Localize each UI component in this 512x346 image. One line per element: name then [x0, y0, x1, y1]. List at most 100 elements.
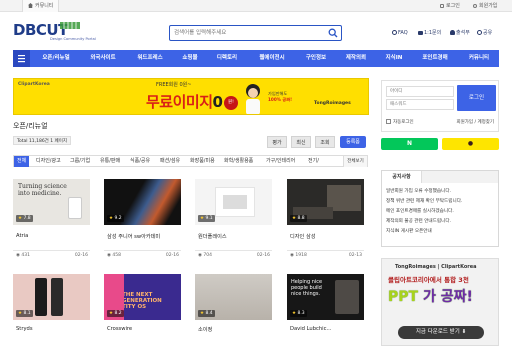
notice-item[interactable]: 메인 포인트경매를 실시하겠습니다. [386, 208, 454, 214]
mascot-illustration [246, 84, 260, 114]
community-link[interactable]: 커뮤니티 [22, 0, 60, 12]
category-design[interactable]: 디자인/광고 [36, 156, 61, 167]
sort-latest-button[interactable]: 최신 [291, 136, 311, 148]
kakao-login-button[interactable]: ● [442, 138, 499, 150]
category-group[interactable]: 그룹/기업 [70, 156, 90, 167]
notice-item[interactable]: 정책 위반 관련 제재 확인 부탁드립니다. [386, 198, 462, 204]
category-more-label: 전체보기 [347, 159, 364, 164]
nav-item-open-renewal[interactable]: 오픈/리뉴얼 [35, 50, 77, 67]
thumbnail[interactable]: ★ 8.8 [287, 179, 364, 225]
card-title[interactable]: 삼성 주니어 sw아카데미 [107, 233, 160, 240]
login-button[interactable]: 로그인 [457, 85, 496, 111]
card-title[interactable]: Crosswire [107, 326, 132, 332]
eye-icon: ◉ [107, 253, 111, 258]
thumbnail[interactable]: ★ 9.2 [104, 179, 181, 225]
naver-login-button[interactable]: N [381, 138, 438, 150]
home-icon [28, 3, 33, 8]
search-input[interactable] [174, 27, 319, 39]
faq-link[interactable]: FAQ [392, 28, 408, 38]
site-logo[interactable]: DBCUT Design Community Portal [13, 22, 96, 44]
sort-rating-button[interactable]: 평가 [267, 136, 287, 148]
card-meta: ◉ 1918 02-13 [287, 250, 364, 258]
hamburger-icon [18, 55, 25, 63]
card-title[interactable]: Stryds [16, 326, 33, 332]
logo-tagline: Design Community Portal [50, 37, 96, 41]
nav-item-wordpress[interactable]: 워드프레스 [128, 50, 172, 67]
password-field[interactable] [386, 99, 454, 110]
rating-value: 9.2 [114, 216, 122, 221]
nav-item-community[interactable]: 커뮤니티 [461, 50, 497, 67]
signup-link[interactable]: 회원가입 [456, 120, 473, 125]
category-chemistry[interactable]: 화학/생활용품 [224, 156, 253, 167]
auto-login-checkbox[interactable]: 자동로그인 [386, 119, 414, 125]
star-icon: ★ [109, 216, 114, 221]
card-title[interactable]: 소이정 [198, 326, 212, 333]
hamburger-menu-button[interactable] [13, 50, 30, 67]
notice-item[interactable]: 일반회원 가입 오류 수정했습니다. [386, 188, 451, 194]
thumbnail[interactable]: ★ 8.1 [13, 274, 90, 320]
card-title[interactable]: 디자인 삼성 [290, 233, 316, 240]
star-icon: ★ [109, 311, 114, 316]
ad-mid-line2: 100% 공짜! [268, 96, 293, 102]
notice-item[interactable]: 지식IN 게시판 오픈안내 [386, 228, 432, 234]
category-more-button[interactable]: 전체보기 [343, 156, 367, 167]
rating-value: 8.1 [23, 311, 31, 316]
nav-item-shopping[interactable]: 쇼핑몰 [175, 50, 205, 67]
side-ad-line1: 클립아트코리아에서 통합 3천 [388, 276, 469, 284]
question-icon [392, 30, 397, 35]
checkbox-icon [386, 119, 391, 124]
search-icon[interactable] [328, 28, 338, 38]
thumb-text: Turning science into medicine. [18, 183, 67, 197]
thumbnail[interactable]: Turning science into medicine. ★ 7.8 [13, 179, 90, 225]
nav-item-jobs[interactable]: 구인정보 [298, 50, 334, 67]
rating-badge: ★ 8.4 [198, 310, 215, 317]
thumbnail[interactable]: Helping nice people build nice things. ★… [287, 274, 364, 320]
thumbnail[interactable]: ★ 8.4 [195, 274, 272, 320]
card-title[interactable]: David Lubchic... [290, 326, 331, 332]
rating-badge: ★ 9.1 [198, 215, 215, 222]
side-ad-banner[interactable]: TongRoimages | ClipartKorea 클립아트코리아에서 통합… [381, 258, 499, 346]
card-title[interactable]: Atria [16, 233, 28, 239]
download-button[interactable]: 지금 다운로드 받기 ⬇ [398, 326, 484, 339]
rating-value: 7.8 [23, 216, 31, 221]
category-all[interactable]: 전체 [14, 156, 30, 167]
tab-notice[interactable]: 공지사항 [382, 171, 422, 183]
ad-headline: 무료이미지0 [146, 91, 223, 112]
nav-item-directory[interactable]: 디렉토리 [209, 50, 245, 67]
category-cosmetics[interactable]: 화장품/미용 [190, 156, 215, 167]
thumbnail[interactable]: THE NEXT GENERATION TITY OS ★ 8.2 [104, 274, 181, 320]
ad-won-badge: 원! [224, 96, 238, 110]
nav-item-requests[interactable]: 제작의뢰 [338, 50, 374, 67]
category-fashion[interactable]: 패션/섬유 [160, 156, 180, 167]
category-electric[interactable]: 전기/ [308, 156, 319, 167]
attendance-link[interactable]: 출석부 [450, 28, 470, 38]
rating-value: 8.8 [297, 216, 305, 221]
nav-item-foreign-sites[interactable]: 외국사이트 [81, 50, 125, 67]
share-link[interactable]: 공유 [477, 28, 492, 38]
nav-item-point-auction[interactable]: 포인트경매 [413, 50, 457, 67]
card-meta: ◉ 458 02-16 [104, 250, 181, 258]
id-field[interactable] [386, 86, 454, 97]
nav-item-web-agency[interactable]: 웹에이전시 [249, 50, 295, 67]
category-retail[interactable]: 유통/판매 [100, 156, 120, 167]
register-button[interactable]: 등록폼 [340, 136, 366, 148]
signup-top-link[interactable]: 회원가입 [473, 0, 497, 12]
rating-badge: ★ 8.1 [16, 310, 33, 317]
nav-item-knowledge[interactable]: 지식IN [378, 50, 410, 67]
login-top-link[interactable]: 로그인 [440, 0, 460, 12]
card-meta: ◉ 431 02-16 [13, 250, 90, 258]
page-title: 오픈/리뉴얼 [13, 122, 48, 130]
find-account-link[interactable]: 계정찾기 [477, 120, 494, 125]
tab-other[interactable] [422, 171, 498, 183]
sort-views-button[interactable]: 조회 [315, 136, 335, 148]
notice-item[interactable]: 제작의뢰 불공 관련 안내드립니다. [386, 218, 451, 224]
star-icon: ★ [18, 311, 23, 316]
top-ad-banner[interactable]: ClipartKorea FREE회원 0원~ 무료이미지0 원! 가입만해도 1… [13, 78, 369, 115]
qa-link[interactable]: 1:1문의 [418, 28, 441, 38]
category-food[interactable]: 식품/공유 [130, 156, 150, 167]
card-title[interactable]: 원더플레이스 [198, 233, 227, 240]
category-furniture[interactable]: 가구/인테리어 [266, 156, 295, 167]
search-box [169, 25, 342, 41]
thumbnail[interactable]: ★ 9.1 [195, 179, 272, 225]
lock-icon [440, 3, 444, 8]
